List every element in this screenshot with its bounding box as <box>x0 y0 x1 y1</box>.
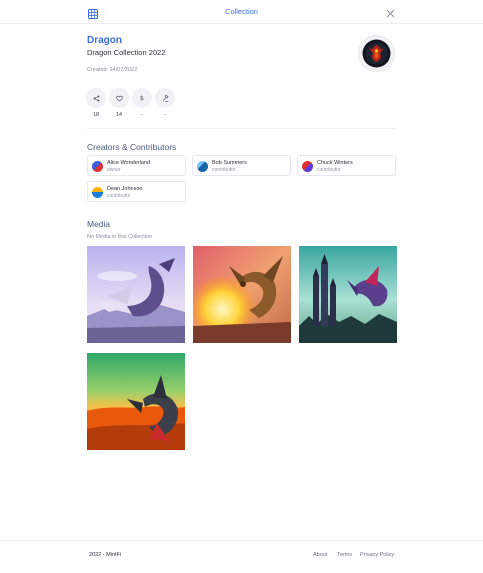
creator-role: contributor <box>317 167 341 173</box>
price-button[interactable]: $ <box>132 88 152 108</box>
footer: 2022 - MintFi About Terms Privacy Policy <box>0 540 483 573</box>
avatar <box>197 161 208 172</box>
like-count: 14 <box>115 112 123 118</box>
creator-role: contributor <box>107 193 131 199</box>
creator-card[interactable]: Chuck Winters contributor <box>297 155 396 176</box>
footer-copyright: 2022 - MintFi <box>89 552 122 558</box>
media-thumbnail[interactable] <box>87 353 185 450</box>
auction-stat: - <box>155 88 175 118</box>
footer-link-terms[interactable]: Terms <box>337 552 352 558</box>
page-title: Collection <box>225 7 258 16</box>
dollar-icon: $ <box>139 94 145 102</box>
like-button[interactable] <box>109 88 129 108</box>
close-icon[interactable] <box>386 5 395 18</box>
share-count: 18 <box>92 112 100 118</box>
collection-subtitle: Dragon Collection 2022 <box>87 48 166 57</box>
creator-card[interactable]: Alice Wonderland owner <box>87 155 186 176</box>
price-stat: $ - <box>132 88 152 118</box>
footer-link-privacy[interactable]: Privacy Policy <box>360 552 394 558</box>
creator-card[interactable]: Bob Summers contributor <box>192 155 291 176</box>
hammer-icon <box>162 89 169 107</box>
avatar <box>302 161 313 172</box>
like-stat: 14 <box>109 88 129 118</box>
creator-name: Alice Wonderland <box>107 160 151 166</box>
share-button[interactable] <box>86 88 106 108</box>
top-bar: Collection <box>0 0 483 24</box>
creator-name: Chuck Winters <box>317 160 353 166</box>
collection-created-date: Created: 24/07/2022 <box>87 67 138 73</box>
collection-name: Dragon <box>87 35 122 46</box>
media-empty-note: No Media in this Collection <box>87 234 153 240</box>
media-thumbnail[interactable] <box>193 246 291 343</box>
creator-role: contributor <box>212 167 236 173</box>
media-section-title: Media <box>87 219 111 229</box>
media-thumbnail[interactable] <box>299 246 397 343</box>
price-value: - <box>141 112 143 118</box>
footer-link-about[interactable]: About <box>313 552 327 558</box>
section-divider <box>87 128 396 129</box>
share-stat: 18 <box>86 88 106 118</box>
avatar <box>92 161 103 172</box>
collection-avatar <box>359 36 394 71</box>
auction-value: - <box>164 112 166 118</box>
auction-button[interactable] <box>155 88 175 108</box>
creator-name: Bob Summers <box>212 160 247 166</box>
share-icon <box>93 89 100 107</box>
creator-card[interactable]: Dean Johnson contributor <box>87 181 186 202</box>
heart-icon <box>115 89 123 107</box>
avatar <box>92 187 103 198</box>
creator-name: Dean Johnson <box>107 186 143 192</box>
media-thumbnail[interactable] <box>87 246 185 343</box>
creators-section-title: Creators & Contributors <box>87 142 177 152</box>
creator-role: owner <box>107 167 121 173</box>
